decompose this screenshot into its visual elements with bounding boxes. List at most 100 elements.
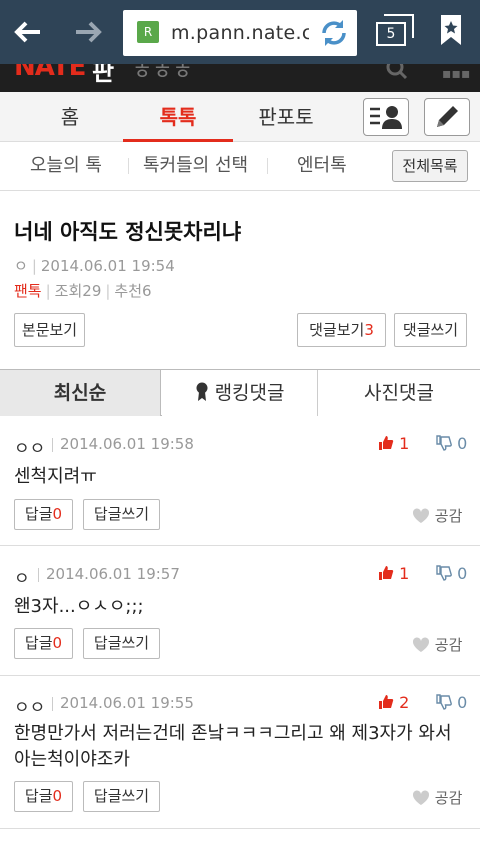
sort-photo[interactable]: 사진댓글 xyxy=(318,370,480,416)
post-meta: ㅇ | 2014.06.01 19:54 xyxy=(14,257,175,275)
comment-count: 3 xyxy=(364,321,374,339)
my-profile-button[interactable] xyxy=(363,98,409,136)
comment-item: ㅇ 2014.06.01 19:57 1 0 왠3자...ㅇㅅㅇ;;; 답글0 … xyxy=(0,564,480,676)
reply-count: 0 xyxy=(52,787,63,805)
reply-button[interactable]: 답글0 xyxy=(14,628,73,659)
post-recommend: 추천6 xyxy=(114,282,152,300)
search-icon[interactable] xyxy=(386,64,408,80)
upvote-button[interactable]: 1 xyxy=(378,434,409,453)
subtab-today-talk[interactable]: 오늘의 톡 xyxy=(30,142,102,190)
heart-icon xyxy=(412,637,430,652)
subtab-enter-talk[interactable]: 엔터톡 xyxy=(297,142,347,190)
reply-button[interactable]: 답글0 xyxy=(14,499,73,530)
pencil-icon xyxy=(437,106,458,127)
reply-label: 답글 xyxy=(24,787,53,805)
back-arrow-icon[interactable] xyxy=(8,14,48,50)
divider xyxy=(267,158,268,174)
view-comments-button[interactable]: 댓글보기3 xyxy=(297,313,386,347)
comment-text: 한명만가서 저러는건데 존낰ㅋㅋㅋ그리고 왜 제3자가 와서 아는척이야조카 xyxy=(14,723,452,770)
user-list-icon xyxy=(370,106,402,129)
comment-date: 2014.06.01 19:55 xyxy=(60,694,194,712)
reply-label: 답글 xyxy=(24,634,53,652)
like-label: 공감 xyxy=(434,636,463,654)
tab-count-button[interactable]: 5 xyxy=(376,22,406,46)
divider xyxy=(38,568,39,582)
thumbs-up-icon xyxy=(379,436,394,450)
post-category[interactable]: 팬톡 xyxy=(14,282,42,300)
divider xyxy=(52,697,53,711)
thumbs-down-icon xyxy=(436,435,452,451)
site-header: NATE 판 ㅎㅎㅎ ▪▪▪ xyxy=(0,64,480,92)
comment-sort-tabs: 최신순 랭킹댓글 사진댓글 xyxy=(0,369,480,416)
tab-home[interactable]: 홈 xyxy=(20,92,120,142)
comment-date: 2014.06.01 19:58 xyxy=(60,435,194,453)
comment-author[interactable]: ㅇㅇ xyxy=(14,434,45,459)
heart-icon xyxy=(412,508,430,523)
downvote-button[interactable]: 0 xyxy=(436,693,467,712)
downvote-button[interactable]: 0 xyxy=(436,434,467,453)
divider xyxy=(128,158,129,174)
address-bar[interactable]: R m.pann.nate.com xyxy=(123,10,357,56)
downvote-count: 0 xyxy=(457,564,468,583)
write-comment-button[interactable]: 댓글쓰기 xyxy=(394,313,467,347)
menu-dots-icon[interactable]: ▪▪▪ xyxy=(442,66,470,82)
like-button[interactable]: 공감 xyxy=(412,634,462,655)
comment-item: ㅇㅇ 2014.06.01 19:58 1 0 센척지려ㅠ 답글0 답글쓰기 공… xyxy=(0,434,480,546)
post-author[interactable]: ㅇ xyxy=(14,257,28,275)
comment-text: 왠3자...ㅇㅅㅇ;;; xyxy=(14,596,144,617)
tab-toktok[interactable]: 톡톡 xyxy=(123,92,233,142)
reply-count: 0 xyxy=(52,505,63,523)
reload-icon[interactable] xyxy=(317,16,351,50)
bookmark-icon[interactable] xyxy=(440,14,462,46)
comment-item: ㅇㅇ 2014.06.01 19:55 2 0 한명만가서 저러는건데 존낰ㅋㅋ… xyxy=(0,693,480,829)
all-list-button[interactable]: 전체목록 xyxy=(392,150,468,182)
sub-tabs: 오늘의 톡 톡커들의 선택 엔터톡 전체목록 xyxy=(0,142,480,191)
comment-text: 센척지려ㅠ xyxy=(14,466,97,487)
upvote-button[interactable]: 2 xyxy=(378,693,409,712)
header-subtitle: ㅎㅎㅎ xyxy=(132,64,193,85)
main-tabs: 홈 톡톡 판포토 xyxy=(0,92,480,142)
thumbs-down-icon xyxy=(436,565,452,581)
nate-logo[interactable]: NATE xyxy=(14,64,86,82)
reply-label: 답글 xyxy=(24,505,53,523)
comment-author[interactable]: ㅇ xyxy=(14,564,30,589)
upvote-count: 1 xyxy=(399,564,410,583)
like-button[interactable]: 공감 xyxy=(412,787,462,808)
write-reply-button[interactable]: 답글쓰기 xyxy=(83,628,160,659)
divider xyxy=(52,438,53,452)
url-text[interactable]: m.pann.nate.com xyxy=(171,22,309,44)
view-body-button[interactable]: 본문보기 xyxy=(14,313,85,347)
heart-icon xyxy=(412,790,430,805)
thumbs-up-icon xyxy=(379,695,394,709)
sort-ranking-label: 랭킹댓글 xyxy=(214,382,285,404)
site-favicon: R xyxy=(137,21,159,43)
downvote-count: 0 xyxy=(457,693,468,712)
downvote-count: 0 xyxy=(457,434,468,453)
pann-logo[interactable]: 판 xyxy=(92,64,114,87)
upvote-count: 2 xyxy=(399,693,410,712)
view-comments-label: 댓글보기 xyxy=(309,321,365,339)
ribbon-icon xyxy=(196,382,208,401)
reply-button[interactable]: 답글0 xyxy=(14,781,73,812)
upvote-button[interactable]: 1 xyxy=(378,564,409,583)
post-title: 너네 아직도 정신못차리냐 xyxy=(14,220,242,244)
write-post-button[interactable] xyxy=(424,98,470,136)
write-reply-button[interactable]: 답글쓰기 xyxy=(83,781,160,812)
comment-author[interactable]: ㅇㅇ xyxy=(14,693,45,718)
comment-date: 2014.06.01 19:57 xyxy=(46,565,180,583)
sort-latest[interactable]: 최신순 xyxy=(0,370,161,416)
post-stats: 팬톡 | 조회29 | 추천6 xyxy=(14,282,152,300)
like-label: 공감 xyxy=(434,789,463,807)
downvote-button[interactable]: 0 xyxy=(436,564,467,583)
post-date: 2014.06.01 19:54 xyxy=(40,257,175,275)
post-views: 조회29 xyxy=(54,282,102,300)
thumbs-down-icon xyxy=(436,694,452,710)
sort-ranking[interactable]: 랭킹댓글 xyxy=(162,370,317,416)
reply-count: 0 xyxy=(52,634,63,652)
upvote-count: 1 xyxy=(399,434,410,453)
forward-arrow-icon[interactable] xyxy=(68,14,108,50)
like-button[interactable]: 공감 xyxy=(412,505,462,526)
write-reply-button[interactable]: 답글쓰기 xyxy=(83,499,160,530)
tab-pannphoto[interactable]: 판포토 xyxy=(236,92,336,142)
subtab-tokker-choice[interactable]: 톡커들의 선택 xyxy=(143,142,248,190)
